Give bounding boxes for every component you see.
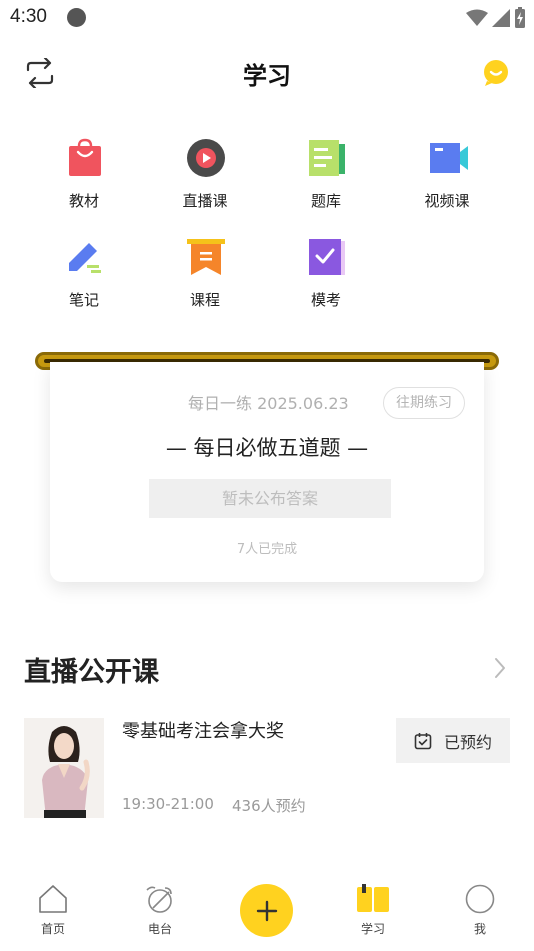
course-bookmark-icon <box>187 239 225 275</box>
reservation-count: 436人预约 <box>232 797 306 815</box>
add-button[interactable] <box>240 884 293 937</box>
completed-count: 7人已完成 <box>236 542 298 557</box>
video-camera-icon <box>430 143 468 173</box>
textbook-bag-icon <box>69 138 101 176</box>
status-bar: 4:30 <box>0 0 534 38</box>
home-icon <box>39 885 67 913</box>
nav-home[interactable]: 首页 <box>13 872 93 942</box>
grid-item-video[interactable]: 视频课 <box>387 134 507 224</box>
battery-icon <box>515 7 525 28</box>
live-play-icon <box>187 139 225 177</box>
daily-practice-card[interactable]: 每日一练 2025.06.23 往期练习 — 每日必做五道题 — 暂未公布答案 … <box>50 362 484 582</box>
grid-label: 视频课 <box>424 192 470 210</box>
grid-item-mock-exam[interactable]: 模考 <box>266 233 386 323</box>
profile-icon <box>465 884 495 914</box>
grid-label: 题库 <box>310 192 341 210</box>
teacher-photo-icon <box>24 718 104 818</box>
signal-icon <box>492 9 510 27</box>
grid-item-course[interactable]: 课程 <box>145 233 265 323</box>
plus-icon <box>256 900 277 921</box>
grid-item-question-bank[interactable]: 题库 <box>266 134 386 224</box>
grid-item-live[interactable]: 直播课 <box>145 134 265 224</box>
question-bank-icon <box>309 140 345 176</box>
calendar-check-icon <box>414 732 432 749</box>
answer-status: 暂未公布答案 <box>149 479 391 518</box>
nav-radio[interactable]: 电台 <box>120 872 200 942</box>
grid-label: 直播课 <box>182 192 228 210</box>
grid-item-notes[interactable]: 笔记 <box>24 233 144 323</box>
teacher-avatar[interactable] <box>24 718 104 818</box>
nav-label: 首页 <box>40 922 65 936</box>
status-time: 4:30 <box>10 6 47 27</box>
radio-dish-icon <box>146 886 172 913</box>
nav-label: 电台 <box>147 922 172 936</box>
daily-date: 每日一练 2025.06.23 <box>188 394 349 413</box>
chevron-right-icon[interactable] <box>494 657 506 679</box>
reserved-label: 已预约 <box>443 732 492 752</box>
page-title: 学习 <box>243 62 291 90</box>
header: 学习 <box>0 48 534 98</box>
bottom-nav: 首页 电台 学习 我 <box>0 872 534 951</box>
daily-title: — 每日必做五道题 — <box>165 436 369 460</box>
notification-dot-icon <box>67 8 86 27</box>
grid-label: 课程 <box>189 291 220 309</box>
history-practice-button[interactable]: 往期练习 <box>383 387 465 419</box>
course-name[interactable]: 零基础考注会拿大奖 <box>122 717 284 743</box>
pencil-note-icon <box>69 243 101 273</box>
grid-label: 模考 <box>310 291 341 309</box>
grid-item-textbook[interactable]: 教材 <box>24 134 144 224</box>
grid-label: 教材 <box>68 192 99 210</box>
wifi-icon <box>466 9 488 26</box>
nav-label: 学习 <box>360 922 385 936</box>
nav-me[interactable]: 我 <box>440 872 520 942</box>
live-section-title: 直播公开课 <box>24 657 159 688</box>
course-time: 19:30-21:00 <box>122 795 214 813</box>
nav-label: 我 <box>473 922 486 936</box>
mock-exam-icon <box>309 239 345 275</box>
message-icon[interactable] <box>482 59 510 87</box>
status-icons <box>466 7 526 29</box>
reserved-button[interactable]: 已预约 <box>396 718 510 763</box>
study-book-icon <box>357 884 389 912</box>
nav-study[interactable]: 学习 <box>333 872 413 942</box>
grid-label: 笔记 <box>68 291 99 309</box>
